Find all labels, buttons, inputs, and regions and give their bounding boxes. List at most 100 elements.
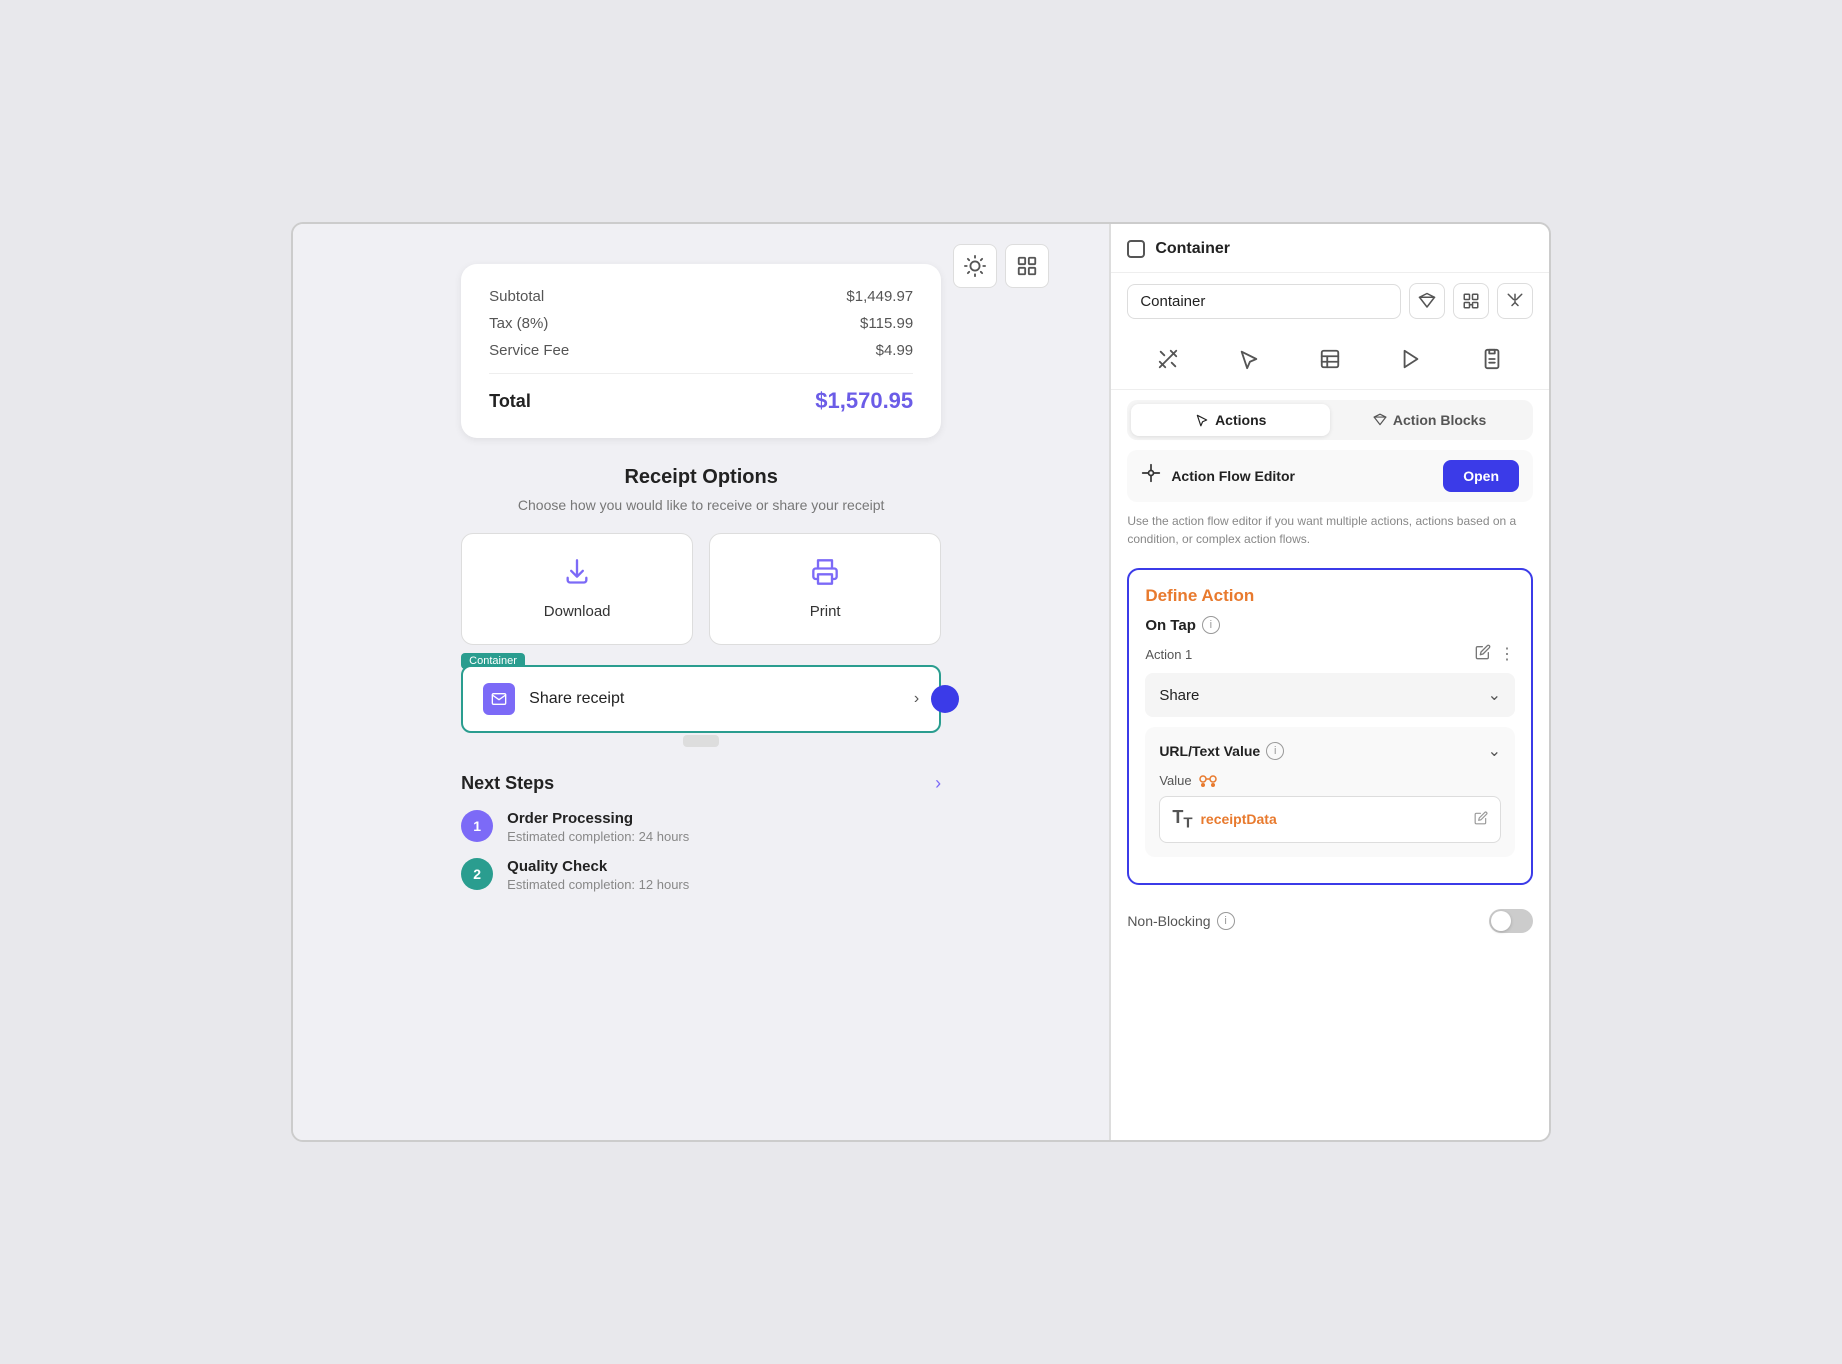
on-tap-label: On Tap [1145,617,1196,634]
play-icon[interactable] [1391,339,1431,379]
step-item-1: 1 Order Processing Estimated completion:… [461,810,941,844]
share-dropdown-label: Share [1159,687,1199,704]
action1-edit-icon[interactable] [1475,644,1491,665]
tab-action-blocks[interactable]: Action Blocks [1330,404,1529,436]
non-blocking-info-icon[interactable]: i [1217,912,1235,930]
container-wrapper: Container Share receipt › [461,665,941,733]
container-checkbox[interactable] [1127,240,1145,258]
value-label: Value [1159,773,1191,788]
subtotal-row: Subtotal $1,449.97 [489,288,913,305]
non-blocking-toggle[interactable] [1489,909,1533,933]
url-text-left: URL/Text Value i [1159,742,1284,760]
cursor-icon[interactable] [1229,339,1269,379]
action1-row: Action 1 ⋮ [1145,644,1515,665]
step-num-2: 2 [461,858,493,890]
url-text-header: URL/Text Value i ⌄ [1159,741,1501,761]
diagram-icon-btn[interactable] [1005,244,1049,288]
step-content-2: Quality Check Estimated completion: 12 h… [507,858,689,892]
step-title-2: Quality Check [507,858,689,875]
action-flow-label: Action Flow Editor [1171,468,1433,484]
service-row: Service Fee $4.99 [489,342,913,359]
subtotal-label: Subtotal [489,288,544,305]
service-label: Service Fee [489,342,569,359]
rp-title: Container [1155,240,1230,258]
url-text-label: URL/Text Value [1159,743,1260,759]
step-desc-1: Estimated completion: 24 hours [507,829,689,844]
share-dropdown-chevron: ⌄ [1488,685,1501,705]
non-blocking-label: Non-Blocking [1127,913,1210,929]
open-button[interactable]: Open [1443,460,1519,492]
main-container: Subtotal $1,449.97 Tax (8%) $115.99 Serv… [291,222,1551,1142]
table-icon[interactable] [1310,339,1350,379]
download-label: Download [544,603,611,620]
action-flow-desc: Use the action flow editor if you want m… [1111,512,1549,558]
next-steps-title: Next Steps [461,773,554,794]
share-receipt-text: Share receipt [529,690,900,708]
options-buttons: Download Print [461,533,941,645]
tax-value: $115.99 [860,315,913,332]
tab-actions-label: Actions [1215,412,1266,428]
share-mail-icon [483,683,515,715]
add-component-icon-btn[interactable] [1453,283,1489,319]
next-steps-chevron[interactable]: › [935,773,941,794]
on-tap-info-icon[interactable]: i [1202,616,1220,634]
container-name-input[interactable] [1127,284,1401,319]
value-row: Value [1159,773,1501,788]
subtotal-value: $1,449.97 [846,288,913,305]
tab-actions[interactable]: Actions [1131,404,1330,436]
step-item-2: 2 Quality Check Estimated completion: 12… [461,858,941,892]
define-action-section: Define Action On Tap i Action 1 ⋮ [1127,568,1533,885]
receipt-options-desc: Choose how you would like to receive or … [461,497,941,513]
gem-icon-btn[interactable] [1409,283,1445,319]
total-value: $1,570.95 [815,388,913,414]
step-num-1: 1 [461,810,493,842]
download-icon [563,558,591,593]
sun-icon-btn[interactable] [953,244,997,288]
rp-header: Container [1111,240,1549,273]
clipboard-icon[interactable] [1472,339,1512,379]
action-flow-row: Action Flow Editor Open [1127,450,1533,502]
receipt-data-row: TT receiptData [1159,796,1501,843]
action1-more-icon[interactable]: ⋮ [1499,644,1515,665]
print-button[interactable]: Print [709,533,941,645]
non-blocking-left: Non-Blocking i [1127,912,1234,930]
print-label: Print [810,603,841,620]
url-text-info-icon[interactable]: i [1266,742,1284,760]
download-button[interactable]: Download [461,533,693,645]
url-text-section: URL/Text Value i ⌄ Value [1145,727,1515,857]
style-icon-btn[interactable] [1497,283,1533,319]
receipt-card: Subtotal $1,449.97 Tax (8%) $115.99 Serv… [461,264,941,438]
tt-icon: TT [1172,807,1192,832]
url-text-chevron[interactable]: ⌄ [1488,741,1501,761]
container-input-row [1111,273,1549,329]
share-receipt-row[interactable]: Share receipt › [461,665,941,733]
action1-icons: ⋮ [1475,644,1515,665]
tax-row: Tax (8%) $115.99 [489,315,913,332]
step-content-1: Order Processing Estimated completion: 2… [507,810,689,844]
receipt-options: Receipt Options Choose how you would lik… [461,466,941,733]
non-blocking-row: Non-Blocking i [1111,895,1549,947]
next-steps: Next Steps › 1 Order Processing Estimate… [461,773,941,906]
step-title-1: Order Processing [507,810,689,827]
resize-handle[interactable] [683,735,719,747]
action-flow-icon [1141,463,1161,489]
crossed-tools-icon[interactable] [1148,339,1188,379]
receipt-divider [489,373,913,374]
on-tap-row: On Tap i [1145,616,1515,634]
actions-tabs: Actions Action Blocks [1127,400,1533,440]
tab-action-blocks-label: Action Blocks [1393,412,1486,428]
share-chevron-icon: › [914,690,919,708]
print-icon [811,558,839,593]
step-desc-2: Estimated completion: 12 hours [507,877,689,892]
icon-row [1111,329,1549,390]
receipt-data-edit-icon[interactable] [1474,811,1488,828]
connector-dot [931,685,959,713]
receipt-data-left: TT receiptData [1172,807,1276,832]
share-dropdown[interactable]: Share ⌄ [1145,673,1515,717]
total-row: Total $1,570.95 [489,388,913,414]
right-panel: Container [1111,224,1549,1140]
next-steps-header: Next Steps › [461,773,941,794]
receipt-options-title: Receipt Options [461,466,941,489]
service-value: $4.99 [876,342,914,359]
toggle-knob [1491,911,1511,931]
